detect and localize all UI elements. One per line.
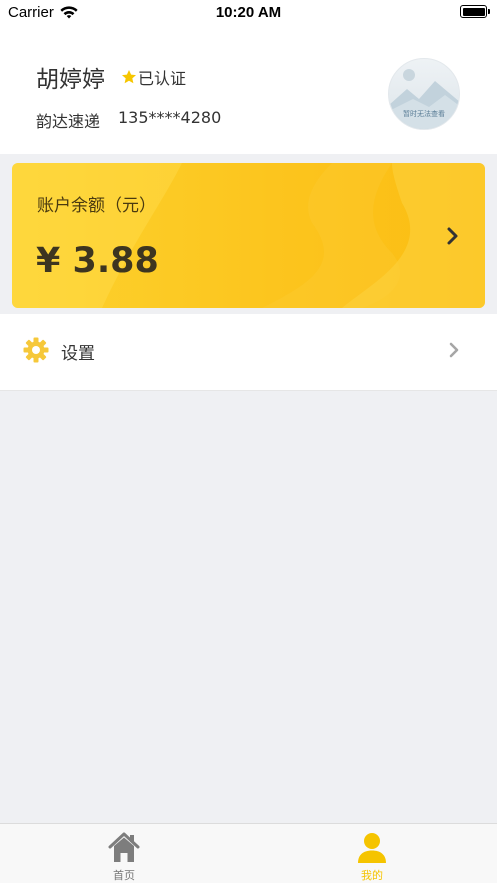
phone-number: 135****4280 — [118, 108, 222, 127]
balance-card[interactable]: 账户余额（元） ¥ 3.88 — [12, 163, 485, 308]
balance-label: 账户余额（元） — [37, 196, 156, 216]
avatar-placeholder-image — [389, 69, 459, 129]
user-icon — [358, 833, 386, 863]
settings-label: 设置 — [61, 344, 95, 364]
tab-mine[interactable]: 我的 — [312, 824, 432, 883]
verified-badge: 已认证 — [121, 65, 186, 89]
tab-home[interactable]: 首页 — [64, 824, 184, 883]
chevron-right-icon — [447, 227, 458, 245]
avatar-placeholder-text: 暂时无法查看 — [403, 110, 445, 118]
tab-home-label: 首页 — [113, 869, 135, 882]
verified-label: 已认证 — [138, 69, 187, 88]
home-icon — [108, 832, 140, 862]
tab-mine-label: 我的 — [361, 869, 383, 882]
card-background-decoration — [12, 163, 485, 308]
profile-header: 胡婷婷 已认证 韵达速递 135****4280 暂时无法查看 — [0, 26, 497, 154]
avatar[interactable]: 暂时无法查看 — [388, 58, 460, 130]
balance-amount: ¥ 3.88 — [36, 241, 159, 281]
user-name: 胡婷婷 — [36, 67, 105, 93]
chevron-right-icon — [449, 342, 459, 358]
star-icon — [122, 70, 136, 84]
status-bar: Carrier 10:20 AM — [0, 0, 497, 26]
clock: 10:20 AM — [215, 4, 282, 21]
tab-bar: 首页 我的 — [0, 823, 497, 883]
company-name: 韵达速递 — [36, 112, 101, 131]
settings-row[interactable]: 设置 — [0, 314, 497, 391]
battery-icon — [460, 5, 490, 18]
gear-icon — [23, 337, 49, 363]
